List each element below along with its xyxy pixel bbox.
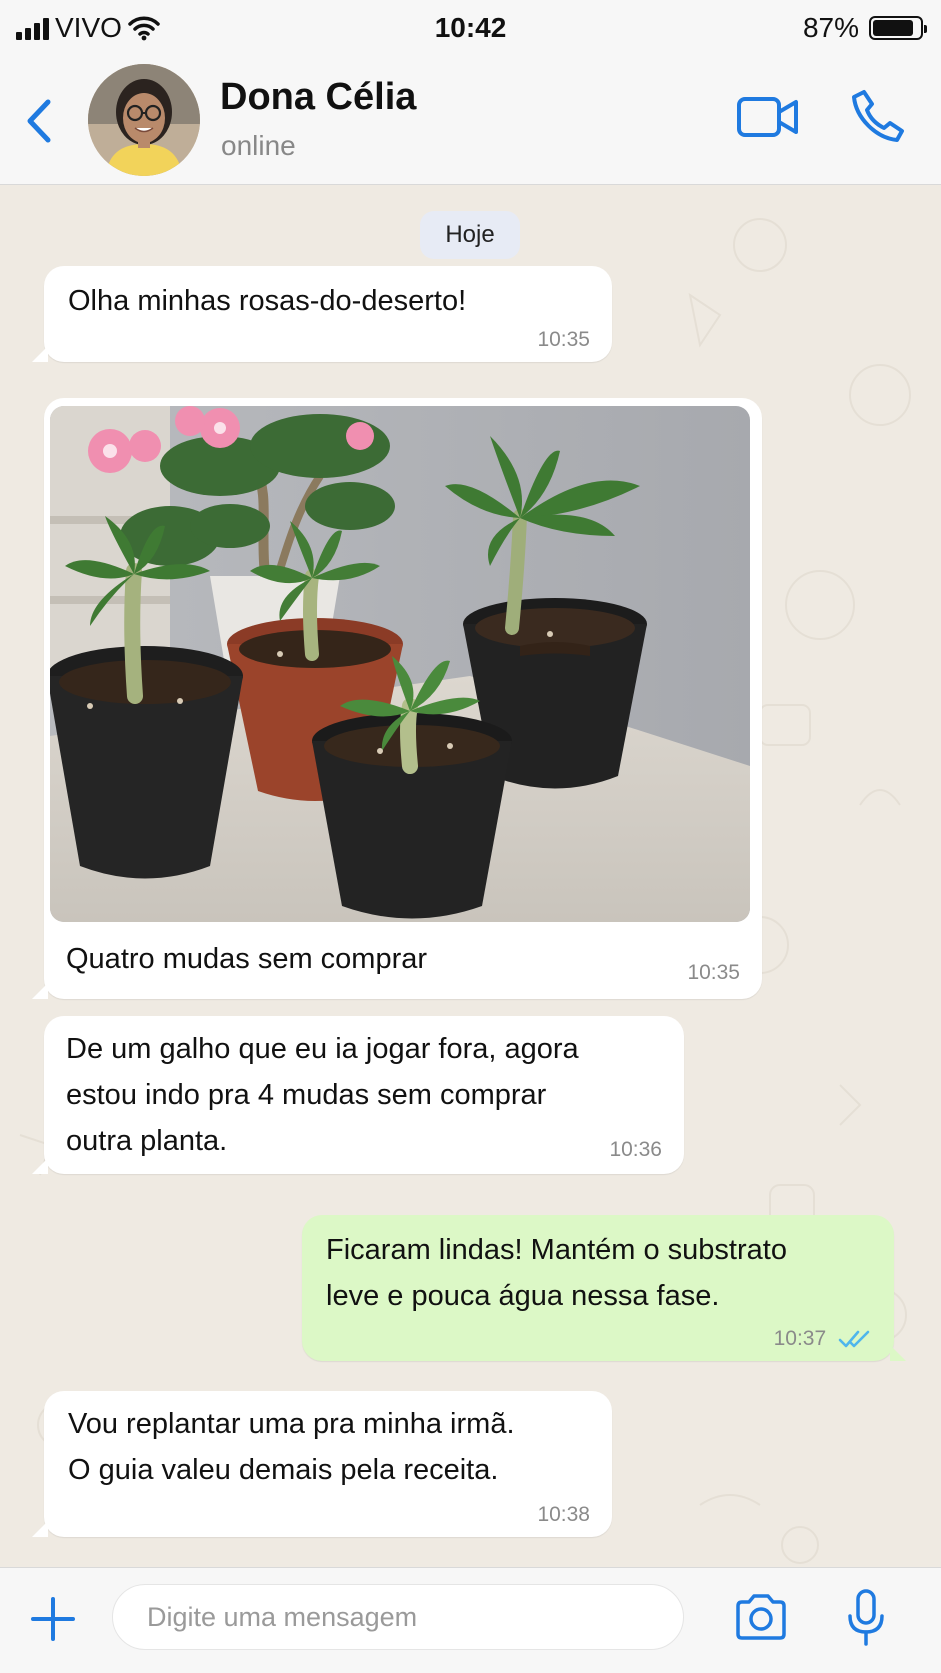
message-time: 10:35	[687, 961, 740, 984]
message-text: Olha minhas rosas-do-deserto!	[68, 285, 467, 317]
status-right: 87%	[802, 12, 927, 44]
avatar[interactable]	[88, 64, 200, 176]
battery-percent: 87%	[802, 12, 859, 43]
outgoing-message[interactable]: Ficaram lindas! Mantém o substrato leve …	[302, 1215, 906, 1361]
message-text: Vou replantar uma pra minha irmã. O guia…	[68, 1408, 515, 1486]
message-time: 10:38	[537, 1503, 590, 1526]
incoming-image-message[interactable]: Quatro mudas sem comprar 10:35	[32, 398, 762, 999]
date-separator: Hoje	[420, 211, 520, 259]
plant-photo[interactable]	[50, 406, 750, 922]
phone-icon[interactable]	[850, 88, 906, 144]
message-text: Ficaram lindas! Mantém o substrato leve …	[326, 1234, 787, 1312]
message-time-row: 10:37	[774, 1327, 872, 1351]
status-time: 10:42	[434, 12, 507, 43]
mic-icon[interactable]	[846, 1588, 886, 1648]
message-time: 10:37	[773, 1327, 827, 1350]
message-text: De um galho que eu ia jogar fora, agora …	[66, 1033, 579, 1157]
incoming-message[interactable]: Olha minhas rosas-do-deserto! 10:35	[32, 266, 612, 362]
incoming-message[interactable]: Vou replantar uma pra minha irmã. O guia…	[32, 1391, 612, 1537]
chat-header: Dona Célia online	[0, 58, 941, 185]
status-bar: VIVO 10:42 87%	[0, 0, 941, 58]
contact-status: online	[221, 130, 296, 161]
message-time: 10:35	[537, 328, 590, 351]
contact-name[interactable]: Dona Célia	[220, 76, 416, 119]
plus-icon[interactable]	[30, 1596, 76, 1642]
battery-icon	[869, 16, 927, 40]
message-time: 10:36	[609, 1138, 662, 1161]
back-icon[interactable]	[20, 96, 60, 146]
camera-icon[interactable]	[734, 1592, 788, 1642]
incoming-message[interactable]: De um galho que eu ia jogar fora, agora …	[32, 1016, 684, 1174]
video-call-icon[interactable]	[736, 92, 800, 142]
input-bar	[0, 1567, 941, 1673]
message-input[interactable]	[112, 1584, 684, 1650]
chat-area[interactable]: Hoje Olha minhas rosas-do-deserto! 10:35	[0, 185, 941, 1567]
battery-level	[873, 20, 914, 36]
read-receipt-icon	[838, 1331, 870, 1348]
image-caption: Quatro mudas sem comprar	[66, 943, 428, 975]
